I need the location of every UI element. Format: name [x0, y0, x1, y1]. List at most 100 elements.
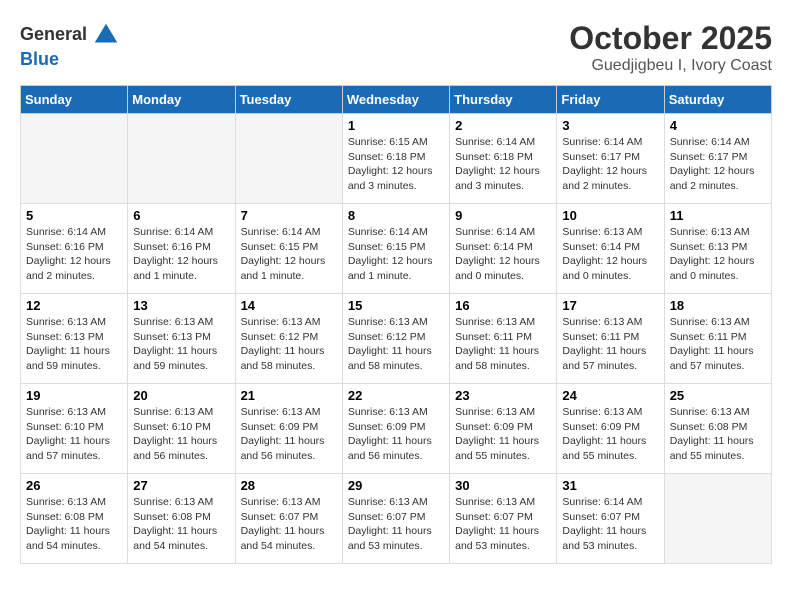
day-number: 27 — [133, 478, 229, 493]
calendar-day: 16 Sunrise: 6:13 AM Sunset: 6:11 PM Dayli… — [450, 294, 557, 384]
calendar-day: 22Sunrise: 6:13 AM Sunset: 6:09 PM Dayli… — [342, 384, 449, 474]
title-section: October 2025 Guedjigbeu I, Ivory Coast — [569, 20, 772, 75]
day-info: Sunrise: 6:14 AM Sunset: 6:14 PM Dayligh… — [455, 225, 551, 284]
calendar-day: 23 Sunrise: 6:13 AM Sunset: 6:09 PM Dayli… — [450, 384, 557, 474]
day-info: Sunrise: 6:13 AM Sunset: 6:12 PM Dayligh… — [241, 315, 337, 374]
day-number: 22 — [348, 388, 444, 403]
day-number: 3 — [562, 118, 658, 133]
day-info: Sunrise: 6:13 AM Sunset: 6:10 PM Dayligh… — [133, 405, 229, 464]
day-number: 2 — [455, 118, 551, 133]
calendar-day: 9 Sunrise: 6:14 AM Sunset: 6:14 PM Daylig… — [450, 204, 557, 294]
calendar-week-row: 12 Sunrise: 6:13 AM Sunset: 6:13 PM Dayli… — [21, 294, 772, 384]
day-info: Sunrise: 6:13 AM Sunset: 6:07 PM Dayligh… — [348, 495, 444, 554]
calendar-day: 25Sunrise: 6:13 AM Sunset: 6:08 PM Dayli… — [664, 384, 771, 474]
calendar-day — [21, 114, 128, 204]
calendar-day: 13Sunrise: 6:13 AM Sunset: 6:13 PM Dayli… — [128, 294, 235, 384]
weekday-header-thursday: Thursday — [450, 86, 557, 114]
day-info: Sunrise: 6:14 AM Sunset: 6:07 PM Dayligh… — [562, 495, 658, 554]
day-info: Sunrise: 6:13 AM Sunset: 6:09 PM Dayligh… — [562, 405, 658, 464]
weekday-header-wednesday: Wednesday — [342, 86, 449, 114]
day-number: 29 — [348, 478, 444, 493]
day-info: Sunrise: 6:13 AM Sunset: 6:11 PM Dayligh… — [670, 315, 766, 374]
calendar-day: 2 Sunrise: 6:14 AM Sunset: 6:18 PM Daylig… — [450, 114, 557, 204]
day-number: 6 — [133, 208, 229, 223]
calendar-day: 29 Sunrise: 6:13 AM Sunset: 6:07 PM Dayli… — [342, 474, 449, 564]
calendar-day: 28Sunrise: 6:13 AM Sunset: 6:07 PM Dayli… — [235, 474, 342, 564]
day-info: Sunrise: 6:13 AM Sunset: 6:11 PM Dayligh… — [455, 315, 551, 374]
day-info: Sunrise: 6:13 AM Sunset: 6:09 PM Dayligh… — [241, 405, 337, 464]
calendar-day: 12 Sunrise: 6:13 AM Sunset: 6:13 PM Dayli… — [21, 294, 128, 384]
day-number: 4 — [670, 118, 766, 133]
day-info: Sunrise: 6:14 AM Sunset: 6:16 PM Dayligh… — [26, 225, 122, 284]
calendar-day — [235, 114, 342, 204]
day-number: 9 — [455, 208, 551, 223]
calendar-day: 6 Sunrise: 6:14 AM Sunset: 6:16 PM Daylig… — [128, 204, 235, 294]
location-title: Guedjigbeu I, Ivory Coast — [569, 57, 772, 75]
day-number: 7 — [241, 208, 337, 223]
day-info: Sunrise: 6:13 AM Sunset: 6:14 PM Dayligh… — [562, 225, 658, 284]
calendar-week-row: 19 Sunrise: 6:13 AM Sunset: 6:10 PM Dayli… — [21, 384, 772, 474]
day-info: Sunrise: 6:15 AM Sunset: 6:18 PM Dayligh… — [348, 135, 444, 194]
day-info: Sunrise: 6:14 AM Sunset: 6:17 PM Dayligh… — [670, 135, 766, 194]
calendar-day: 30Sunrise: 6:13 AM Sunset: 6:07 PM Dayli… — [450, 474, 557, 564]
day-number: 14 — [241, 298, 337, 313]
calendar-day: 21 Sunrise: 6:13 AM Sunset: 6:09 PM Dayli… — [235, 384, 342, 474]
day-info: Sunrise: 6:13 AM Sunset: 6:08 PM Dayligh… — [133, 495, 229, 554]
day-number: 21 — [241, 388, 337, 403]
day-info: Sunrise: 6:14 AM Sunset: 6:18 PM Dayligh… — [455, 135, 551, 194]
day-number: 15 — [348, 298, 444, 313]
calendar-week-row: 26 Sunrise: 6:13 AM Sunset: 6:08 PM Dayli… — [21, 474, 772, 564]
calendar-day: 15Sunrise: 6:13 AM Sunset: 6:12 PM Dayli… — [342, 294, 449, 384]
day-number: 26 — [26, 478, 122, 493]
calendar-day: 5 Sunrise: 6:14 AM Sunset: 6:16 PM Daylig… — [21, 204, 128, 294]
page-header: General Blue October 2025 Guedjigbeu I, … — [20, 20, 772, 75]
day-number: 20 — [133, 388, 229, 403]
calendar-day: 20 Sunrise: 6:13 AM Sunset: 6:10 PM Dayli… — [128, 384, 235, 474]
day-info: Sunrise: 6:13 AM Sunset: 6:09 PM Dayligh… — [455, 405, 551, 464]
day-number: 23 — [455, 388, 551, 403]
day-number: 18 — [670, 298, 766, 313]
day-number: 16 — [455, 298, 551, 313]
calendar-table: SundayMondayTuesdayWednesdayThursdayFrid… — [20, 85, 772, 564]
weekday-header-monday: Monday — [128, 86, 235, 114]
day-info: Sunrise: 6:13 AM Sunset: 6:08 PM Dayligh… — [26, 495, 122, 554]
day-number: 12 — [26, 298, 122, 313]
day-info: Sunrise: 6:13 AM Sunset: 6:11 PM Dayligh… — [562, 315, 658, 374]
day-number: 10 — [562, 208, 658, 223]
calendar-day: 17Sunrise: 6:13 AM Sunset: 6:11 PM Dayli… — [557, 294, 664, 384]
day-number: 30 — [455, 478, 551, 493]
calendar-day: 27 Sunrise: 6:13 AM Sunset: 6:08 PM Dayli… — [128, 474, 235, 564]
calendar-day: 3 Sunrise: 6:14 AM Sunset: 6:17 PM Daylig… — [557, 114, 664, 204]
calendar-day: 19 Sunrise: 6:13 AM Sunset: 6:10 PM Dayli… — [21, 384, 128, 474]
day-number: 24 — [562, 388, 658, 403]
month-title: October 2025 — [569, 20, 772, 57]
day-number: 13 — [133, 298, 229, 313]
calendar-day — [664, 474, 771, 564]
calendar-header-row: SundayMondayTuesdayWednesdayThursdayFrid… — [21, 86, 772, 114]
calendar-day: 24 Sunrise: 6:13 AM Sunset: 6:09 PM Dayli… — [557, 384, 664, 474]
day-info: Sunrise: 6:13 AM Sunset: 6:10 PM Dayligh… — [26, 405, 122, 464]
day-number: 5 — [26, 208, 122, 223]
logo-general-text: General — [20, 25, 87, 45]
calendar-day: 7 Sunrise: 6:14 AM Sunset: 6:15 PM Daylig… — [235, 204, 342, 294]
day-number: 19 — [26, 388, 122, 403]
logo-blue-text: Blue — [20, 50, 121, 70]
day-info: Sunrise: 6:13 AM Sunset: 6:13 PM Dayligh… — [26, 315, 122, 374]
weekday-header-saturday: Saturday — [664, 86, 771, 114]
day-info: Sunrise: 6:14 AM Sunset: 6:17 PM Dayligh… — [562, 135, 658, 194]
calendar-day: 26 Sunrise: 6:13 AM Sunset: 6:08 PM Dayli… — [21, 474, 128, 564]
day-number: 1 — [348, 118, 444, 133]
day-info: Sunrise: 6:14 AM Sunset: 6:16 PM Dayligh… — [133, 225, 229, 284]
calendar-day: 1 Sunrise: 6:15 AM Sunset: 6:18 PM Daylig… — [342, 114, 449, 204]
day-number: 28 — [241, 478, 337, 493]
calendar-day: 11Sunrise: 6:13 AM Sunset: 6:13 PM Dayli… — [664, 204, 771, 294]
day-info: Sunrise: 6:14 AM Sunset: 6:15 PM Dayligh… — [241, 225, 337, 284]
weekday-header-friday: Friday — [557, 86, 664, 114]
day-number: 8 — [348, 208, 444, 223]
weekday-header-sunday: Sunday — [21, 86, 128, 114]
logo: General Blue — [20, 20, 121, 70]
calendar-day: 14 Sunrise: 6:13 AM Sunset: 6:12 PM Dayli… — [235, 294, 342, 384]
day-number: 25 — [670, 388, 766, 403]
calendar-day: 4 Sunrise: 6:14 AM Sunset: 6:17 PM Daylig… — [664, 114, 771, 204]
day-number: 11 — [670, 208, 766, 223]
